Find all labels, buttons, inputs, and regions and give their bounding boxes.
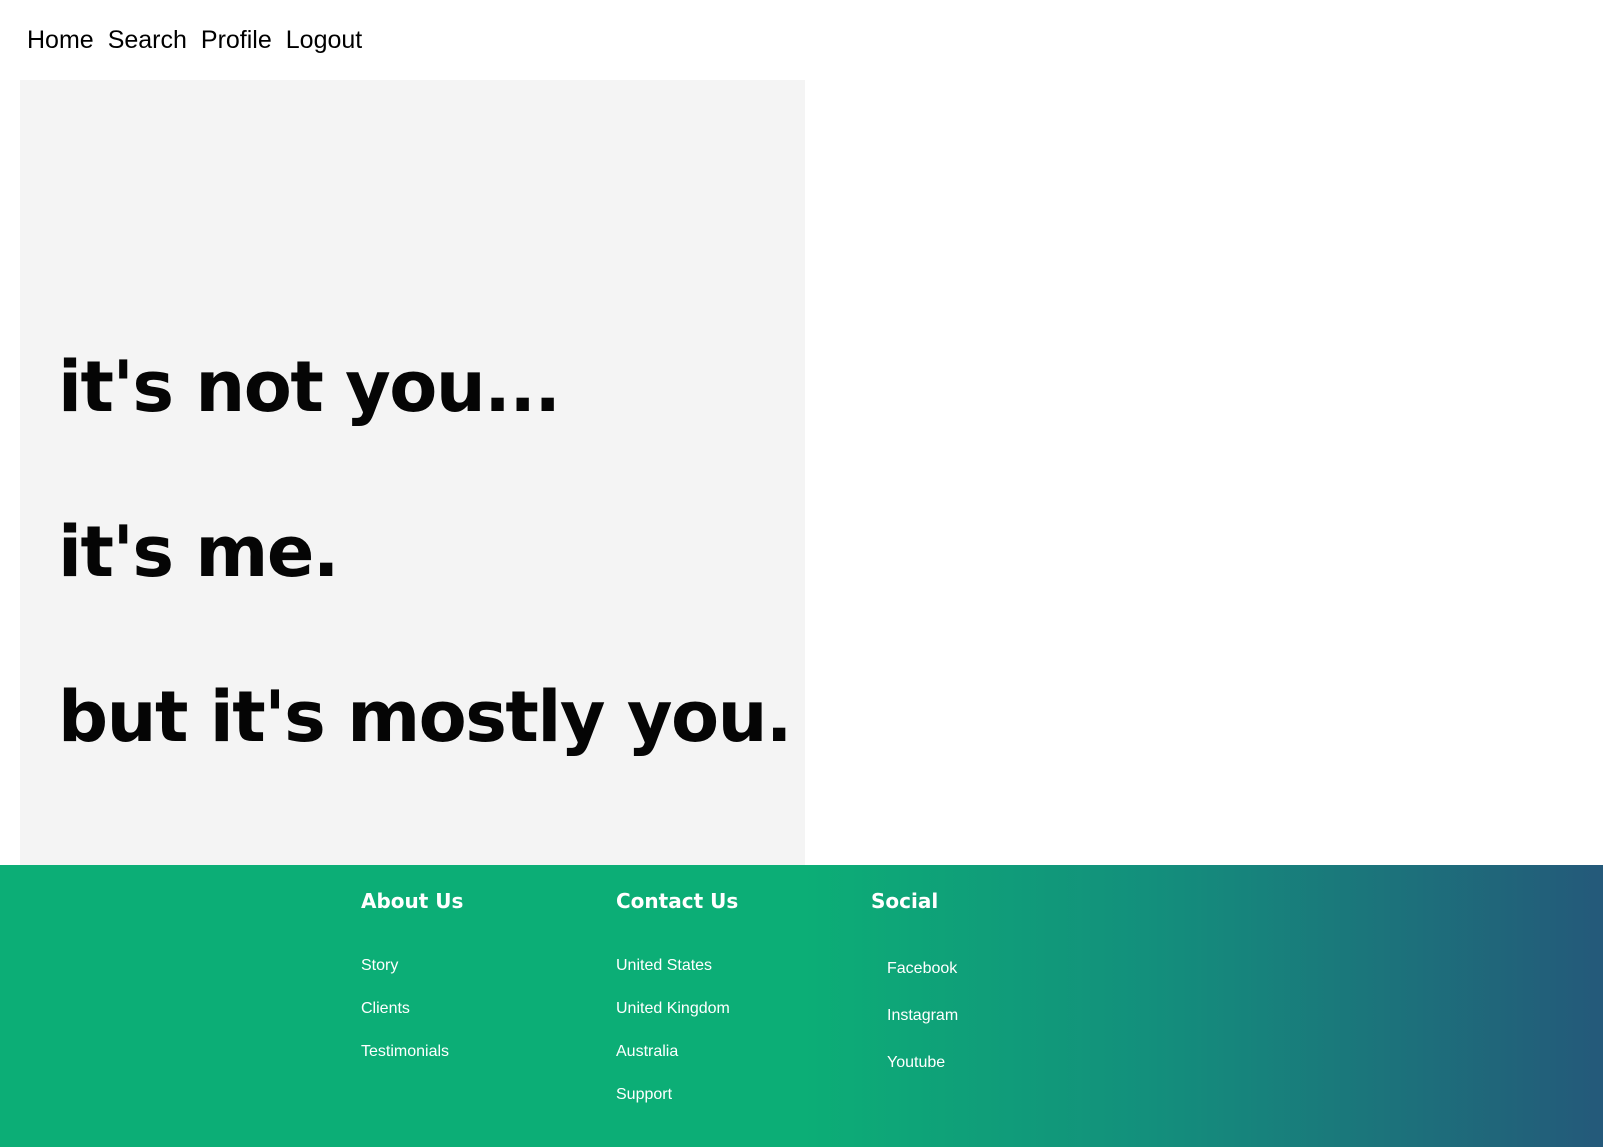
top-nav: Home Search Profile Logout <box>20 16 369 64</box>
nav-profile-link[interactable]: Profile <box>194 16 279 64</box>
footer-link-item: Instagram <box>887 1007 958 1054</box>
nav-search-link[interactable]: Search <box>101 16 194 64</box>
footer-link-item: United Kingdom <box>616 1000 730 1043</box>
hero-quote-line: it's not you... <box>58 346 561 428</box>
footer-link-clients[interactable]: Clients <box>361 1000 410 1017</box>
footer-social-heading: Social <box>871 889 939 913</box>
footer-link-australia[interactable]: Australia <box>616 1043 678 1060</box>
footer-link-item: Clients <box>361 1000 449 1043</box>
footer-link-testimonials[interactable]: Testimonials <box>361 1043 449 1060</box>
footer-link-facebook[interactable]: Facebook <box>887 960 957 977</box>
footer-link-item: Story <box>361 957 449 1000</box>
footer-link-item: Youtube <box>887 1054 958 1101</box>
nav-home-link[interactable]: Home <box>20 16 101 64</box>
footer-link-item: Support <box>616 1086 730 1129</box>
hero-quote-line: but it's mostly you. <box>58 676 793 758</box>
nav-logout-link[interactable]: Logout <box>279 16 369 64</box>
footer-link-item: Testimonials <box>361 1043 449 1086</box>
footer-link-story[interactable]: Story <box>361 957 398 974</box>
footer-about-links: Story Clients Testimonials <box>361 957 449 1086</box>
hero-quote-image: it's not you... it's me. but it's mostly… <box>20 80 805 865</box>
footer-link-united-kingdom[interactable]: United Kingdom <box>616 1000 730 1017</box>
footer-link-instagram[interactable]: Instagram <box>887 1007 958 1024</box>
footer-link-united-states[interactable]: United States <box>616 957 712 974</box>
footer-link-item: United States <box>616 957 730 1000</box>
footer-about-heading: About Us <box>361 889 464 913</box>
footer-contact-heading: Contact Us <box>616 889 739 913</box>
footer-contact-links: United States United Kingdom Australia S… <box>616 957 730 1129</box>
footer-link-item: Australia <box>616 1043 730 1086</box>
footer-link-item: Facebook <box>887 960 958 1007</box>
hero-quote-line: it's me. <box>58 511 339 593</box>
footer-social-links: Facebook Instagram Youtube <box>887 960 958 1101</box>
footer-link-youtube[interactable]: Youtube <box>887 1054 945 1071</box>
footer-link-support[interactable]: Support <box>616 1086 672 1103</box>
site-footer: About Us Story Clients Testimonials Cont… <box>0 865 1603 1147</box>
